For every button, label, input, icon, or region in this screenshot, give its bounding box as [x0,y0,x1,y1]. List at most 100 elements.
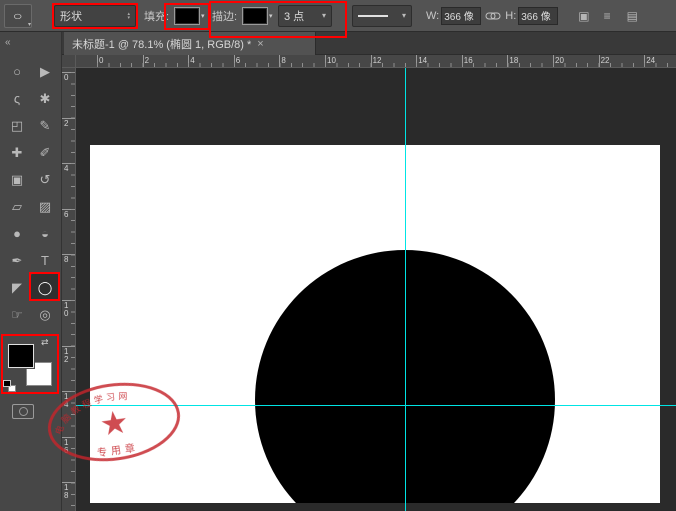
mini-foreground-swatch [3,380,11,387]
height-input[interactable] [518,7,558,25]
tool-mode-label: 形状 [60,8,82,24]
stroke-label: 描边: [212,8,238,24]
foreground-color-swatch[interactable] [8,344,34,368]
eyedropper-tool-icon: ✎ [40,118,51,134]
ruler-number: 10 [327,56,336,65]
ruler-number: 6 [64,211,68,219]
type-tool[interactable]: T [31,247,59,274]
default-colors-icon[interactable] [3,380,19,393]
ruler-number: 1 0 [64,302,68,318]
quick-selection-tool-icon: ✱ [40,91,51,107]
ruler-number: 1 4 [64,393,68,409]
document-tab-title: 未标题-1 @ 78.1% (椭圆 1, RGB/8) * [72,36,251,52]
vertical-ruler[interactable]: 024681 01 21 41 61 8 [62,68,76,511]
hand-tool[interactable]: ☞ [3,301,31,328]
ruler-number: 18 [509,56,518,65]
pen-tool[interactable]: ✒ [3,247,31,274]
zoom-tool[interactable]: ◎ [31,301,59,328]
elliptical-marquee-tool-icon: ○ [13,64,21,79]
type-tool-icon: T [41,253,49,268]
ruler-tick [188,55,189,67]
collapse-panel-icon[interactable]: « [0,32,61,48]
vertical-guide[interactable] [405,68,406,511]
ruler-number: 2 [64,120,68,128]
chevron-down-icon: ▾ [402,11,406,20]
horizontal-guide[interactable] [76,405,676,406]
healing-brush-tool-icon: ✚ [12,145,23,161]
lasso-tool[interactable]: ς [3,85,31,112]
fill-color-swatch[interactable] [174,7,200,25]
tools-panel: « ○ ▶ ς ✱ ◰ ✎ ✚ ✐ ▣ ↺▱▨ ● ◒ ✒ T ◤ ◯ ☞◎ ⇄ [0,32,62,511]
stroke-width-dropdown[interactable]: 3 点 ▾ [278,5,332,27]
gradient-tool[interactable]: ▨ [31,193,59,220]
ruler-tick [507,55,508,67]
crop-tool[interactable]: ◰ [3,112,31,139]
stroke-color-swatch[interactable] [242,7,268,25]
swap-colors-icon[interactable]: ⇄ [41,337,49,348]
ruler-tick [553,55,554,67]
ruler-number: 16 [464,56,473,65]
stroke-width-value: 3 点 [284,8,304,24]
ruler-tick [97,55,98,67]
clone-stamp-tool-icon: ▣ [11,172,23,188]
tool-mode-dropdown[interactable]: 形状 ▴ ▾ [54,5,136,27]
blur-tool[interactable]: ● [3,220,31,247]
ruler-tick [462,55,463,67]
ruler-number: 4 [64,165,68,173]
ellipse-tool[interactable]: ◯ [31,274,59,301]
height-label: H: [505,10,516,22]
ruler-tick [143,55,144,67]
history-brush-tool[interactable]: ↺ [31,166,59,193]
path-operations-icon[interactable]: ▣ [578,9,589,23]
dodge-tool-icon: ◒ [41,226,49,241]
brush-tool-icon: ✐ [40,145,51,161]
stroke-dropdown-arrow-icon[interactable]: ▾ [269,12,276,20]
elliptical-marquee-tool[interactable]: ○ [3,58,31,85]
dodge-tool[interactable]: ◒ [31,220,59,247]
ruler-tick [416,55,417,67]
move-tool-icon: ▶ [40,64,50,80]
ruler-tick [644,55,645,67]
ruler-number: 4 [190,56,194,65]
lasso-tool-icon: ς [14,91,20,106]
healing-brush-tool[interactable]: ✚ [3,139,31,166]
ruler-tick [371,55,372,67]
ellipse-tool-preset-icon: ○ [13,9,23,23]
brush-tool[interactable]: ✐ [31,139,59,166]
pen-tool-icon: ✒ [12,253,23,269]
tab-close-icon[interactable]: × [257,38,263,50]
document-tab[interactable]: 未标题-1 @ 78.1% (椭圆 1, RGB/8) * × [64,32,316,55]
path-selection-tool[interactable]: ◤ [3,274,31,301]
ruler-tick [325,55,326,67]
eraser-tool[interactable]: ▱ [3,193,31,220]
fill-dropdown-arrow-icon[interactable]: ▾ [201,12,208,20]
ruler-number: 0 [99,56,103,65]
tool-preset-picker[interactable]: ○ ▾ [4,4,32,28]
path-alignment-icon[interactable]: ≡ [604,9,611,23]
path-selection-tool-icon: ◤ [12,280,22,296]
document-canvas[interactable] [90,145,660,503]
pasteboard [76,68,676,511]
stroke-style-line-icon [358,15,388,17]
move-tool[interactable]: ▶ [31,58,59,85]
quick-mask-button[interactable] [12,404,34,419]
right-icons: ▣ ≡ ▤ [568,9,638,23]
ellipse-tool-icon: ◯ [38,280,53,296]
clone-stamp-tool[interactable]: ▣ [3,166,31,193]
fill-label: 填充: [144,8,170,24]
width-input[interactable] [441,7,481,25]
eyedropper-tool[interactable]: ✎ [31,112,59,139]
horizontal-ruler[interactable]: 024681012141618202224 [76,55,676,68]
ruler-number: 1 8 [64,484,68,500]
document-tab-bar: 未标题-1 @ 78.1% (椭圆 1, RGB/8) * × [62,32,676,55]
ruler-number: 24 [646,56,655,65]
preset-corner-arrow-icon: ▾ [28,21,31,28]
ruler-number: 0 [64,74,68,82]
quick-selection-tool[interactable]: ✱ [31,85,59,112]
ruler-number: 6 [236,56,240,65]
path-arrangement-icon[interactable]: ▤ [627,9,638,23]
stroke-style-dropdown[interactable]: ▾ [352,5,412,27]
ruler-number: 22 [601,56,610,65]
link-dimensions-icon[interactable] [485,11,501,21]
blur-tool-icon: ● [13,226,21,241]
